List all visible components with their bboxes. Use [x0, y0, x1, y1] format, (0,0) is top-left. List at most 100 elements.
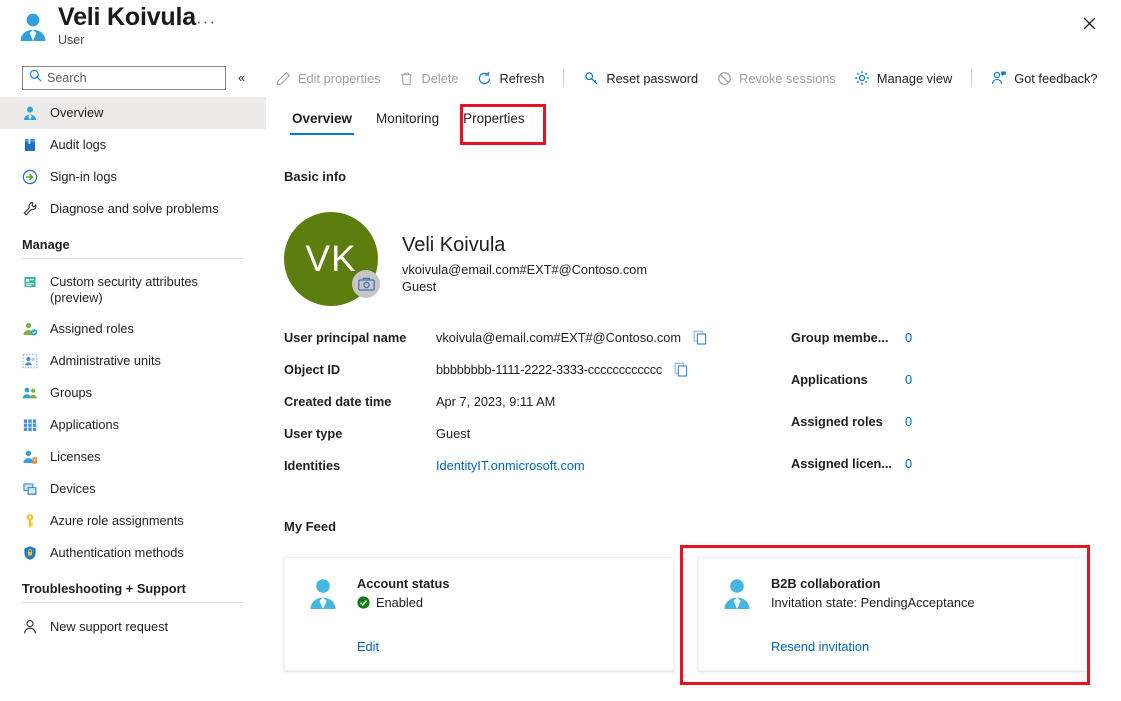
- card-action-link[interactable]: Resend invitation: [771, 639, 869, 654]
- key-icon: [22, 513, 38, 529]
- command-bar: Edit properties Delete Refresh: [266, 62, 1106, 94]
- sidebar-item-label: Sign-in logs: [50, 161, 117, 193]
- sidebar-item-diagnose-and-solve-problems[interactable]: Diagnose and solve problems: [0, 193, 266, 225]
- copy-icon[interactable]: [693, 330, 708, 345]
- sidebar-item-new-support-request[interactable]: New support request: [0, 611, 266, 643]
- toolbar-label: Delete: [422, 71, 459, 86]
- reset-password-button[interactable]: Reset password: [574, 63, 707, 93]
- sidebar-item-sign-in-logs[interactable]: Sign-in logs: [0, 161, 266, 193]
- card-status-text: Invitation state: PendingAcceptance: [771, 595, 974, 610]
- feed-card-list: Account status Enabled Edit: [284, 557, 1088, 671]
- sign-in-icon: [22, 169, 38, 185]
- tab-label: Properties: [463, 111, 525, 126]
- sidebar-item-applications[interactable]: Applications: [0, 409, 266, 441]
- user-type-text: Guest: [402, 279, 647, 294]
- count-value[interactable]: 0: [905, 372, 912, 387]
- divider: [563, 69, 564, 87]
- got-feedback-button[interactable]: Got feedback?: [982, 63, 1106, 93]
- card-action-link[interactable]: Edit: [357, 639, 379, 654]
- support-person-icon: [22, 619, 38, 635]
- manage-view-button[interactable]: Manage view: [845, 63, 961, 93]
- close-icon[interactable]: [1073, 7, 1105, 39]
- delete-button[interactable]: Delete: [390, 63, 468, 93]
- property-key: Created date time: [284, 394, 436, 409]
- tab-label: Overview: [292, 111, 352, 126]
- more-options-button[interactable]: ···: [196, 12, 216, 32]
- sidebar-group-troubleshooting-support: Troubleshooting + Support: [0, 581, 266, 603]
- edit-properties-button[interactable]: Edit properties: [266, 63, 390, 93]
- sidebar-item-label: Azure role assignments: [50, 505, 184, 537]
- toolbar-label: Revoke sessions: [739, 71, 836, 86]
- property-value-link[interactable]: IdentityIT.onmicrosoft.com: [436, 458, 585, 473]
- sidebar-item-licenses[interactable]: Licenses: [0, 441, 266, 473]
- sidebar-item-audit-logs[interactable]: Audit logs: [0, 129, 266, 161]
- revoke-sessions-button[interactable]: Revoke sessions: [707, 63, 845, 93]
- sidebar-search-row: Search «: [22, 66, 254, 90]
- applications-grid-icon: [22, 417, 38, 433]
- sidebar-item-groups[interactable]: Groups: [0, 377, 266, 409]
- licenses-icon: [22, 449, 38, 465]
- tab-monitoring[interactable]: Monitoring: [364, 104, 451, 135]
- sidebar-item-azure-role-assignments[interactable]: Azure role assignments: [0, 505, 266, 537]
- administrative-units-icon: [22, 353, 38, 369]
- sidebar-item-administrative-units[interactable]: Administrative units: [0, 345, 266, 377]
- sidebar-item-overview[interactable]: Overview: [0, 97, 266, 129]
- sidebar-item-assigned-roles[interactable]: Assigned roles: [0, 313, 266, 345]
- tab-properties[interactable]: Properties: [451, 104, 537, 135]
- copy-icon[interactable]: [674, 362, 689, 377]
- sidebar-item-label: New support request: [50, 611, 168, 643]
- toolbar-label: Reset password: [606, 71, 698, 86]
- main-content: Edit properties Delete Refresh: [266, 56, 1121, 701]
- toolbar-label: Manage view: [877, 71, 952, 86]
- sidebar-item-label: Assigned roles: [50, 313, 134, 345]
- card-title: B2B collaboration: [771, 576, 974, 591]
- search-input[interactable]: Search: [22, 66, 226, 90]
- refresh-icon: [477, 70, 493, 86]
- user-avatar-icon: [719, 576, 755, 612]
- property-row: Created date time Apr 7, 2023, 9:11 AM: [284, 394, 714, 426]
- property-key: User principal name: [284, 330, 436, 345]
- toolbar-label: Got feedback?: [1014, 71, 1097, 86]
- user-avatar-icon: [305, 576, 341, 612]
- sidebar-item-authentication-methods[interactable]: Authentication methods: [0, 537, 266, 569]
- user-icon: [16, 10, 50, 44]
- groups-icon: [22, 385, 38, 401]
- devices-icon: [22, 481, 38, 497]
- gear-icon: [854, 70, 870, 86]
- user-display-name: Veli Koivula: [402, 234, 647, 257]
- shield-icon: [22, 545, 38, 561]
- key-icon: [583, 70, 599, 86]
- revoke-icon: [716, 70, 732, 86]
- pencil-icon: [275, 70, 291, 86]
- sidebar-item-devices[interactable]: Devices: [0, 473, 266, 505]
- sidebar-group-title: Troubleshooting + Support: [22, 581, 244, 596]
- count-value[interactable]: 0: [905, 414, 912, 429]
- b2b-collaboration-card: B2B collaboration Invitation state: Pend…: [698, 557, 1088, 671]
- chevron-double-left-icon[interactable]: «: [238, 68, 245, 88]
- refresh-button[interactable]: Refresh: [468, 63, 554, 93]
- assigned-roles-icon: [22, 321, 38, 337]
- camera-icon[interactable]: [352, 270, 380, 298]
- property-row: User principal name vkoivula@email.com#E…: [284, 330, 714, 362]
- sidebar-item-label: Applications: [50, 409, 119, 441]
- property-list: User principal name vkoivula@email.com#E…: [284, 330, 714, 490]
- toolbar-label: Edit properties: [298, 71, 381, 86]
- sidebar-item-custom-security-attributes[interactable]: Custom security attributes (preview): [0, 267, 266, 313]
- sidebar-item-label: Authentication methods: [50, 537, 184, 569]
- trash-icon: [399, 70, 415, 86]
- check-circle-icon: [357, 596, 370, 609]
- page-title: Veli Koivula: [58, 3, 196, 32]
- count-value[interactable]: 0: [905, 456, 912, 471]
- account-status-card: Account status Enabled Edit: [284, 557, 674, 671]
- tab-overview[interactable]: Overview: [280, 104, 364, 135]
- user-principal-name-text: vkoivula@email.com#EXT#@Contoso.com: [402, 262, 647, 277]
- page-subtitle: User: [58, 33, 84, 47]
- card-title: Account status: [357, 576, 449, 591]
- wrench-icon: [22, 201, 38, 217]
- card-status: Invitation state: PendingAcceptance: [771, 595, 974, 610]
- count-key: Assigned roles: [791, 414, 895, 429]
- count-value[interactable]: 0: [905, 330, 912, 345]
- property-key: Object ID: [284, 362, 436, 377]
- sidebar-item-label: Audit logs: [50, 129, 106, 161]
- identity-text: Veli Koivula vkoivula@email.com#EXT#@Con…: [402, 212, 647, 306]
